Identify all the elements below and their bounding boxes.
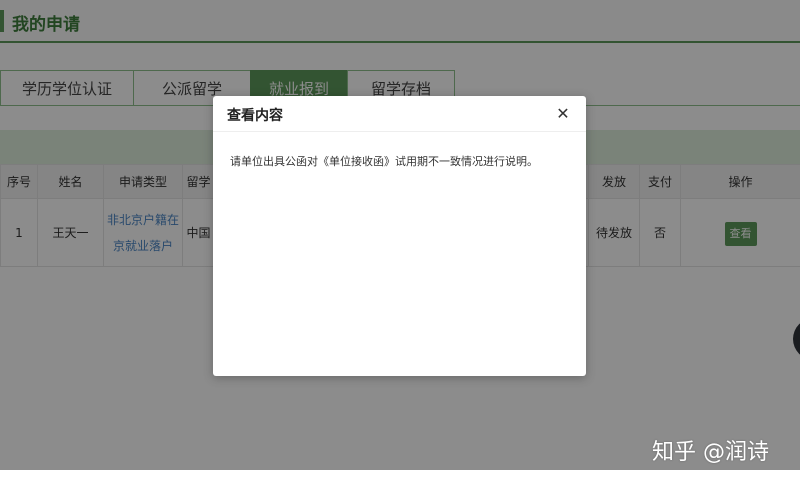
view-content-dialog: 查看内容 ✕ 请单位出具公函对《单位接收函》试用期不一致情况进行说明。 (213, 96, 586, 376)
close-icon[interactable]: ✕ (552, 103, 574, 125)
dialog-message: 请单位出具公函对《单位接收函》试用期不一致情况进行说明。 (230, 155, 538, 168)
watermark: 知乎 @润诗 (652, 440, 769, 465)
dialog-divider (213, 131, 586, 132)
dialog-title: 查看内容 (227, 108, 283, 124)
